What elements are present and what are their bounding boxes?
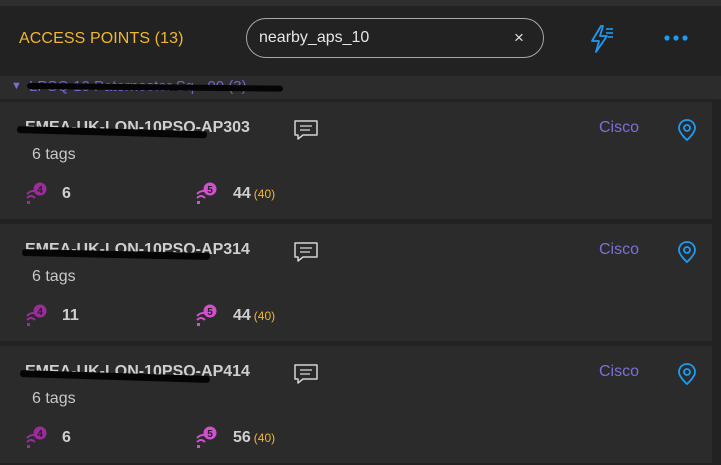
comment-icon[interactable] bbox=[293, 240, 319, 264]
access-point-card[interactable]: EMEA-UK-LON-10PSQ-AP303 6 tags Cisco 4 6 bbox=[0, 102, 712, 219]
band5-count-sub: (40) bbox=[253, 187, 276, 201]
tag-count[interactable]: 6 tags bbox=[32, 268, 76, 286]
location-pin-icon[interactable] bbox=[676, 362, 698, 386]
svg-text:5: 5 bbox=[207, 307, 213, 318]
wifi-5-badge-icon: 5 bbox=[196, 304, 218, 326]
header: ACCESS POINTS (13) × bbox=[0, 6, 721, 72]
band4-client-count: 6 bbox=[62, 185, 71, 202]
more-options-icon[interactable] bbox=[661, 28, 691, 48]
band5-count-value: 44 bbox=[233, 307, 251, 324]
comment-icon[interactable] bbox=[293, 118, 319, 142]
band5-client-count: 44 (40) bbox=[233, 307, 275, 325]
tag-count[interactable]: 6 tags bbox=[32, 146, 76, 164]
access-point-card[interactable]: EMEA-UK-LON-10PSQ-AP414 6 tags Cisco 4 6 bbox=[0, 346, 712, 463]
access-point-card[interactable]: EMEA-UK-LON-10PSQ-AP314 6 tags Cisco 4 1… bbox=[0, 224, 712, 341]
wifi-4-badge-icon: 4 bbox=[26, 426, 48, 448]
band4-client-count: 11 bbox=[62, 307, 79, 324]
search-input[interactable] bbox=[259, 26, 499, 50]
svg-text:4: 4 bbox=[37, 307, 43, 318]
band5-count-value: 44 bbox=[233, 185, 251, 202]
vendor-label: Cisco bbox=[599, 241, 640, 258]
flash-settings-icon[interactable] bbox=[587, 24, 615, 54]
wifi-4-badge-icon: 4 bbox=[26, 304, 48, 326]
vendor-label: Cisco bbox=[599, 119, 640, 136]
band4-client-count: 6 bbox=[62, 429, 71, 446]
band5-count-sub: (40) bbox=[253, 431, 276, 445]
tag-count[interactable]: 6 tags bbox=[32, 390, 76, 408]
comment-icon[interactable] bbox=[293, 362, 319, 386]
search-box[interactable]: × bbox=[246, 18, 544, 58]
svg-text:4: 4 bbox=[37, 185, 43, 196]
svg-text:5: 5 bbox=[207, 429, 213, 440]
location-pin-icon[interactable] bbox=[676, 240, 698, 264]
caret-down-icon[interactable]: ▼ bbox=[11, 80, 22, 92]
wifi-5-badge-icon: 5 bbox=[196, 182, 218, 204]
wifi-4-badge-icon: 4 bbox=[26, 182, 48, 204]
svg-text:5: 5 bbox=[207, 185, 213, 196]
svg-text:4: 4 bbox=[37, 429, 43, 440]
band5-count-sub: (40) bbox=[253, 309, 276, 323]
vendor-label: Cisco bbox=[599, 363, 640, 380]
location-pin-icon[interactable] bbox=[676, 118, 698, 142]
group-header[interactable]: ▼ LPSQ 10 Paternoster Sq - 00 (3) bbox=[0, 76, 721, 99]
page-title: ACCESS POINTS (13) bbox=[19, 30, 184, 47]
band5-client-count: 56 (40) bbox=[233, 429, 275, 447]
wifi-5-badge-icon: 5 bbox=[196, 426, 218, 448]
band5-count-value: 56 bbox=[233, 429, 251, 446]
band5-client-count: 44 (40) bbox=[233, 185, 275, 203]
clear-search-button[interactable]: × bbox=[511, 27, 527, 49]
